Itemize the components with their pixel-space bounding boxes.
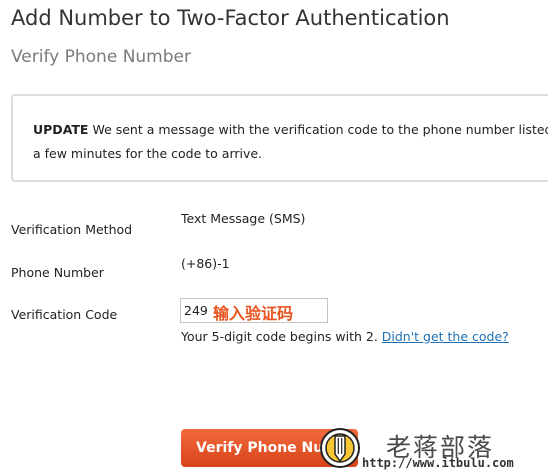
resend-code-link[interactable]: Didn't get the code? bbox=[382, 329, 509, 344]
verification-method-value: Text Message (SMS) bbox=[181, 211, 306, 226]
phone-number-label: Phone Number bbox=[11, 265, 104, 280]
code-hint: Your 5-digit code begins with 2. Didn't … bbox=[181, 329, 509, 344]
code-annotation: 输入验证码 bbox=[213, 304, 294, 323]
notice-lead: UPDATE bbox=[33, 122, 89, 137]
watermark-url: http://www.itbulu.com bbox=[362, 456, 514, 470]
update-notice: UPDATE We sent a message with the verifi… bbox=[11, 94, 548, 182]
verification-method-label: Verification Method bbox=[11, 222, 133, 237]
page: Add Number to Two-Factor Authentication … bbox=[0, 0, 548, 476]
page-title: Add Number to Two-Factor Authentication bbox=[11, 6, 450, 30]
notice-line-1: UPDATE We sent a message with the verifi… bbox=[33, 118, 548, 142]
code-hint-text: Your 5-digit code begins with 2. bbox=[181, 329, 382, 344]
verification-code-field[interactable]: 输入验证码 bbox=[180, 298, 328, 323]
verification-code-input[interactable] bbox=[181, 299, 207, 322]
page-subtitle: Verify Phone Number bbox=[11, 47, 191, 67]
notice-line-2: a few minutes for the code to arrive. bbox=[33, 146, 263, 161]
notice-text: We sent a message with the verification … bbox=[88, 122, 548, 137]
pencil-logo-icon bbox=[320, 428, 360, 468]
phone-number-value: (+86)-1 bbox=[181, 256, 230, 271]
verification-code-label: Verification Code bbox=[11, 307, 118, 322]
